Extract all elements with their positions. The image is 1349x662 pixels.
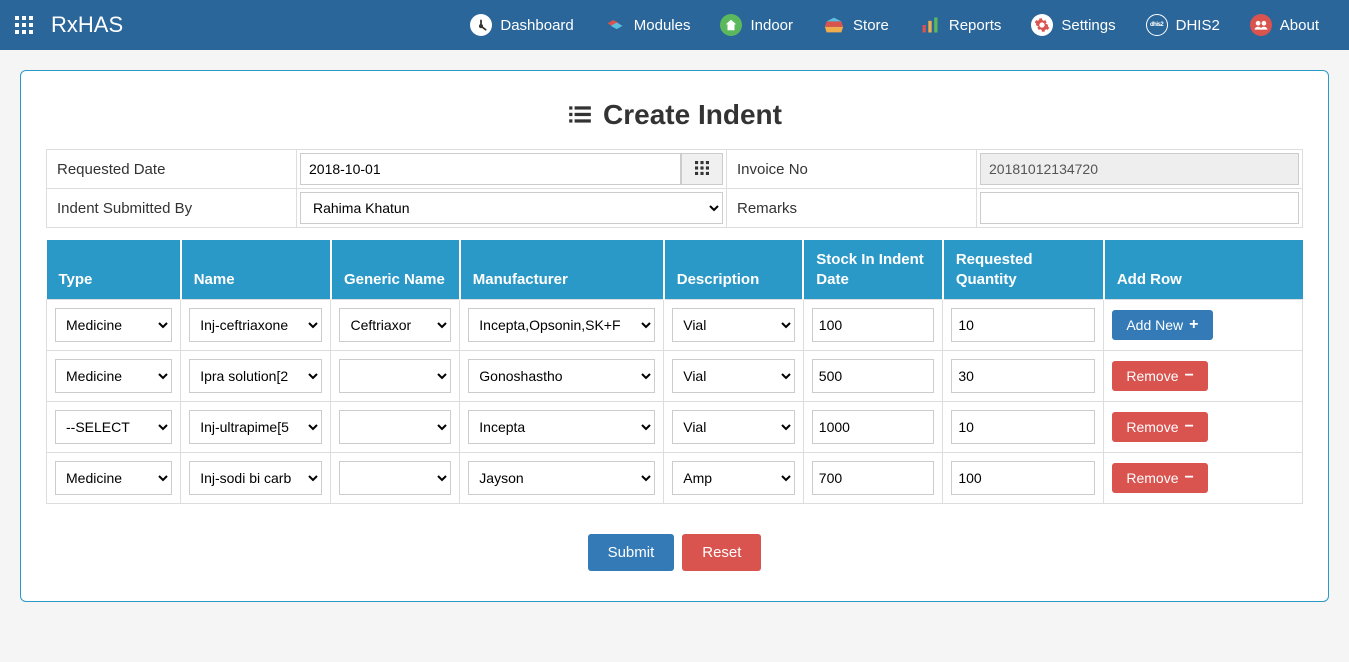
- remove-row-button[interactable]: Remove−: [1112, 361, 1207, 391]
- quantity-input[interactable]: [951, 410, 1095, 444]
- description-select[interactable]: Vial: [672, 308, 795, 342]
- nav-reports-label: Reports: [949, 17, 1002, 34]
- nav-indoor[interactable]: Indoor: [705, 0, 808, 50]
- nav-dhis2-label: DHIS2: [1176, 17, 1220, 34]
- generic-select[interactable]: [339, 410, 451, 444]
- brand-text: RxHAS: [51, 12, 123, 38]
- remarks-label: Remarks: [727, 189, 977, 228]
- th-qty: Requested Quantity: [943, 240, 1104, 300]
- quantity-input[interactable]: [951, 359, 1095, 393]
- generic-select[interactable]: [339, 461, 451, 495]
- stock-input[interactable]: [812, 308, 935, 342]
- name-select[interactable]: Inj-sodi bi carb: [189, 461, 322, 495]
- store-icon: [823, 14, 845, 36]
- brand[interactable]: RxHAS: [15, 12, 123, 38]
- th-generic: Generic Name: [331, 240, 460, 300]
- nav-modules-label: Modules: [634, 17, 691, 34]
- submitted-by-label: Indent Submitted By: [47, 189, 297, 228]
- calendar-icon: [695, 161, 709, 178]
- type-select[interactable]: --SELECT: [55, 410, 172, 444]
- th-stock: Stock In Indent Date: [803, 240, 943, 300]
- about-icon: [1250, 14, 1272, 36]
- reports-icon: [919, 14, 941, 36]
- type-select[interactable]: Medicine: [55, 359, 172, 393]
- nav-settings-label: Settings: [1061, 17, 1115, 34]
- dashboard-icon: [470, 14, 492, 36]
- page-title: Create Indent: [46, 99, 1303, 131]
- nav-store[interactable]: Store: [808, 0, 904, 50]
- submit-button[interactable]: Submit: [588, 534, 675, 571]
- remove-row-button[interactable]: Remove−: [1112, 412, 1207, 442]
- nav-dashboard-label: Dashboard: [500, 17, 573, 34]
- nav-about-label: About: [1280, 17, 1319, 34]
- indoor-icon: [720, 14, 742, 36]
- th-action: Add Row: [1104, 240, 1303, 300]
- minus-icon: −: [1184, 368, 1193, 384]
- quantity-input[interactable]: [951, 461, 1095, 495]
- name-select[interactable]: Inj-ceftriaxone: [189, 308, 322, 342]
- description-select[interactable]: Vial: [672, 410, 795, 444]
- form-actions: Submit Reset: [46, 534, 1303, 571]
- manufacturer-select[interactable]: Jayson: [468, 461, 655, 495]
- generic-select[interactable]: [339, 359, 451, 393]
- page-body: Create Indent Requested Date: [0, 50, 1349, 662]
- indent-table: Type Name Generic Name Manufacturer Desc…: [46, 240, 1303, 504]
- nav-dashboard[interactable]: Dashboard: [455, 0, 588, 50]
- dhis2-icon: dhis2: [1146, 14, 1168, 36]
- type-select[interactable]: Medicine: [55, 308, 172, 342]
- remove-row-button[interactable]: Remove−: [1112, 463, 1207, 493]
- invoice-no-input: [980, 153, 1299, 185]
- modules-icon: [604, 14, 626, 36]
- nav-store-label: Store: [853, 17, 889, 34]
- table-row: Medicine Inj-ceftriaxone Ceftriaxor Incepta…: [47, 300, 1303, 351]
- th-type: Type: [47, 240, 181, 300]
- manufacturer-select[interactable]: Gonoshastho: [468, 359, 655, 393]
- type-select[interactable]: Medicine: [55, 461, 172, 495]
- top-navbar: RxHAS Dashboard Modules Indoor Store: [0, 0, 1349, 50]
- generic-select[interactable]: Ceftriaxor: [339, 308, 451, 342]
- nav-settings[interactable]: Settings: [1016, 0, 1130, 50]
- requested-date-label: Requested Date: [47, 150, 297, 189]
- requested-date-input[interactable]: [300, 153, 681, 185]
- description-select[interactable]: Amp: [672, 461, 795, 495]
- nav-right: Dashboard Modules Indoor Store Reports: [455, 0, 1334, 50]
- stock-input[interactable]: [812, 461, 935, 495]
- indent-icon: [567, 102, 593, 128]
- main-panel: Create Indent Requested Date: [20, 70, 1329, 602]
- name-select[interactable]: Ipra solution[2: [189, 359, 322, 393]
- table-row: Medicine Ipra solution[2 Gonoshastho Vial Re…: [47, 351, 1303, 402]
- calendar-button[interactable]: [681, 153, 723, 185]
- minus-icon: −: [1184, 419, 1193, 435]
- stock-input[interactable]: [812, 410, 935, 444]
- submitted-by-select[interactable]: Rahima Khatun: [300, 192, 723, 224]
- add-row-button[interactable]: Add New+: [1112, 310, 1212, 340]
- remarks-input[interactable]: [980, 192, 1299, 224]
- invoice-no-label: Invoice No: [727, 150, 977, 189]
- name-select[interactable]: Inj-ultrapime[5: [189, 410, 322, 444]
- page-title-text: Create Indent: [603, 99, 782, 131]
- manufacturer-select[interactable]: Incepta: [468, 410, 655, 444]
- nav-dhis2[interactable]: dhis2 DHIS2: [1131, 0, 1235, 50]
- minus-icon: −: [1184, 470, 1193, 486]
- apps-grid-icon: [15, 16, 33, 34]
- nav-about[interactable]: About: [1235, 0, 1334, 50]
- nav-modules[interactable]: Modules: [589, 0, 706, 50]
- th-manufacturer: Manufacturer: [460, 240, 664, 300]
- th-name: Name: [181, 240, 331, 300]
- nav-indoor-label: Indoor: [750, 17, 793, 34]
- table-row: Medicine Inj-sodi bi carb Jayson Amp Remove−: [47, 453, 1303, 504]
- form-header: Requested Date: [46, 149, 1303, 228]
- description-select[interactable]: Vial: [672, 359, 795, 393]
- settings-icon: [1031, 14, 1053, 36]
- stock-input[interactable]: [812, 359, 935, 393]
- plus-icon: +: [1189, 317, 1198, 333]
- th-description: Description: [664, 240, 804, 300]
- reset-button[interactable]: Reset: [682, 534, 761, 571]
- nav-reports[interactable]: Reports: [904, 0, 1017, 50]
- manufacturer-select[interactable]: Incepta,Opsonin,SK+F: [468, 308, 655, 342]
- quantity-input[interactable]: [951, 308, 1095, 342]
- table-row: --SELECT Inj-ultrapime[5 Incepta Vial Remove…: [47, 402, 1303, 453]
